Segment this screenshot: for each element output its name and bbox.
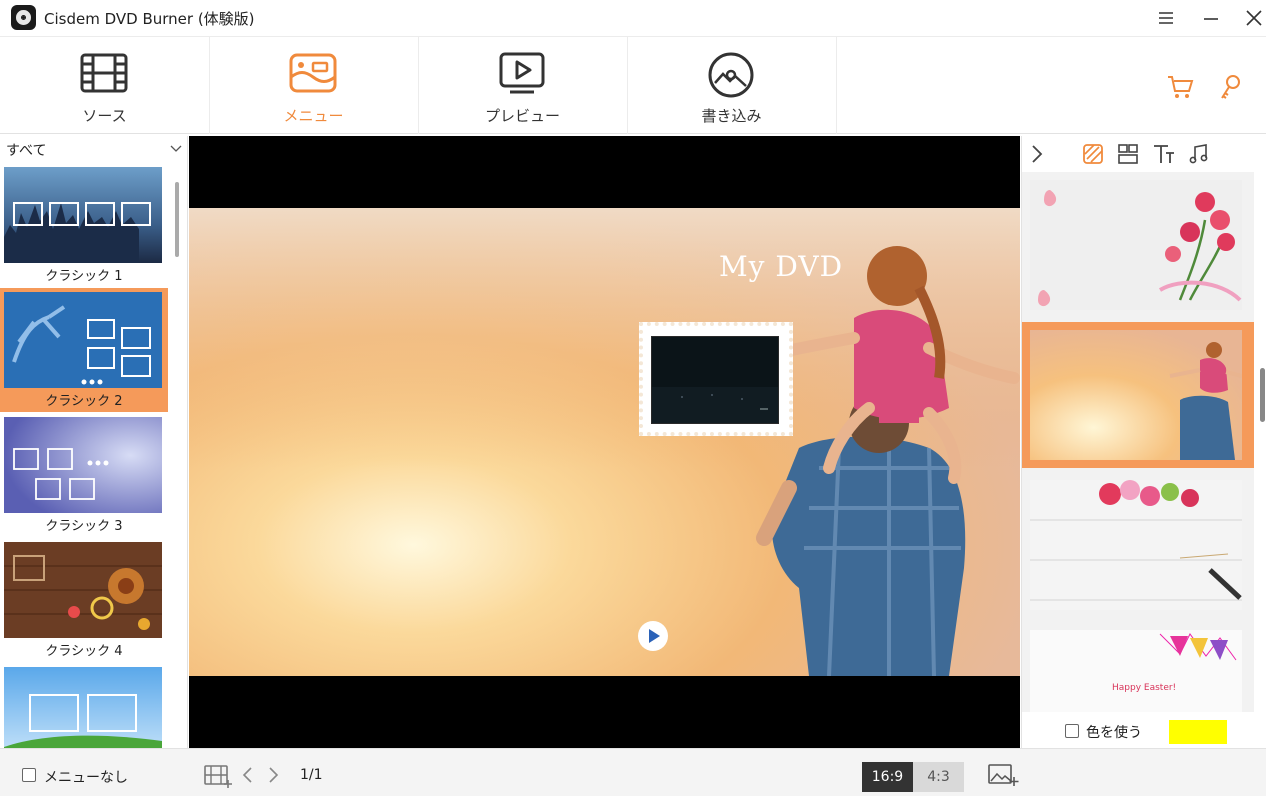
style-panel: Happy Easter! 色を使う: [1021, 136, 1266, 748]
cart-icon[interactable]: [1166, 74, 1194, 100]
disc-icon: [708, 52, 754, 98]
no-menu-checkbox[interactable]: [22, 768, 36, 782]
template-name: クラシック 4: [45, 644, 123, 659]
tab-menu-label: メニュー: [283, 107, 344, 125]
background-icon[interactable]: [1082, 142, 1104, 166]
template-thumb-classic-1: [4, 167, 162, 263]
background-thumb: Happy Easter!: [1030, 630, 1242, 712]
preview-background-image: My DVD: [189, 208, 1020, 676]
ratio-4-3-button[interactable]: 4:3: [913, 762, 964, 792]
no-menu-label: メニューなし: [44, 770, 128, 786]
template-thumb-classic-5: [4, 667, 162, 748]
easter-text: Happy Easter!: [1112, 683, 1176, 693]
color-swatch[interactable]: [1169, 720, 1227, 744]
play-button[interactable]: [638, 621, 668, 651]
tab-preview[interactable]: プレビュー: [418, 37, 628, 134]
menu-preview-canvas[interactable]: My DVD: [189, 136, 1020, 748]
page-indicator: 1/1: [300, 767, 323, 783]
use-color-row: 色を使う: [1022, 714, 1266, 748]
template-item-classic-2[interactable]: クラシック 2: [0, 288, 168, 412]
chevron-right-icon[interactable]: [266, 765, 280, 785]
tab-source[interactable]: ソース: [0, 37, 210, 134]
minimize-icon[interactable]: [1197, 4, 1225, 32]
background-item-carnation[interactable]: [1022, 172, 1254, 318]
use-color-label: 色を使う: [1086, 725, 1142, 741]
app-logo-icon: [11, 5, 36, 30]
menu-template-icon: [289, 53, 337, 93]
background-item-easter[interactable]: Happy Easter!: [1022, 622, 1254, 712]
hamburger-icon[interactable]: [1152, 4, 1180, 32]
style-panel-tabs: [1022, 136, 1266, 172]
template-thumb-classic-2: [4, 292, 162, 388]
menu-dvd-title[interactable]: My DVD: [719, 250, 843, 283]
chevron-down-icon: [170, 145, 182, 152]
background-list: Happy Easter!: [1022, 172, 1254, 712]
template-name: クラシック 3: [45, 519, 123, 534]
main-toolbar: ソース メニュー プレビュー 書き込み: [0, 36, 1266, 134]
background-item-sunset[interactable]: [1022, 322, 1254, 468]
app-title: Cisdem DVD Burner (体験版): [44, 10, 255, 28]
template-thumb-classic-3: [4, 417, 162, 513]
tab-preview-label: プレビュー: [484, 107, 560, 125]
chevron-left-icon[interactable]: [241, 765, 255, 785]
music-icon[interactable]: [1188, 142, 1210, 166]
use-color-checkbox[interactable]: [1065, 724, 1079, 738]
template-item-classic-3[interactable]: クラシック 3: [0, 413, 168, 537]
template-scrollbar[interactable]: [175, 182, 179, 257]
title-bar: Cisdem DVD Burner (体験版): [0, 0, 1266, 36]
tab-burn[interactable]: 書き込み: [627, 37, 837, 134]
key-icon[interactable]: [1218, 74, 1242, 102]
background-thumb: [1030, 180, 1242, 310]
template-thumb-classic-4: [4, 542, 162, 638]
play-screen-icon: [499, 52, 545, 94]
tab-source-label: ソース: [82, 107, 127, 125]
tab-burn-label: 書き込み: [701, 107, 762, 125]
film-icon: [80, 53, 128, 93]
ratio-16-9-button[interactable]: 16:9: [862, 762, 913, 792]
chapter-thumbnail: [651, 336, 779, 424]
layout-icon[interactable]: [1117, 142, 1139, 166]
background-item-thank-you[interactable]: [1022, 472, 1254, 618]
template-name: クラシック 1: [45, 269, 123, 284]
template-filter-value: すべて: [6, 143, 47, 159]
bottom-bar: メニューなし 1/1 16:9 4:3: [0, 748, 1266, 796]
background-thumb: [1030, 480, 1242, 610]
background-thumb: [1030, 330, 1242, 460]
text-icon[interactable]: [1152, 142, 1176, 166]
template-filter-dropdown[interactable]: すべて: [0, 136, 187, 162]
add-chapter-icon[interactable]: [203, 762, 233, 788]
close-icon[interactable]: [1240, 4, 1266, 32]
add-image-icon[interactable]: [987, 761, 1019, 789]
background-list-scrollbar[interactable]: [1260, 368, 1265, 422]
tab-menu[interactable]: メニュー: [209, 37, 419, 134]
template-item-classic-1[interactable]: クラシック 1: [0, 163, 168, 287]
template-panel: すべて クラシック 1 クラシック 2 クラシック 3 クラシック 4: [0, 136, 188, 748]
template-name: クラシック 2: [45, 394, 123, 409]
collapse-arrow-icon[interactable]: [1026, 142, 1048, 166]
chapter-thumbnail-frame[interactable]: [639, 322, 793, 436]
template-item-classic-4[interactable]: クラシック 4: [0, 538, 168, 662]
template-item-classic-5[interactable]: [0, 663, 168, 748]
